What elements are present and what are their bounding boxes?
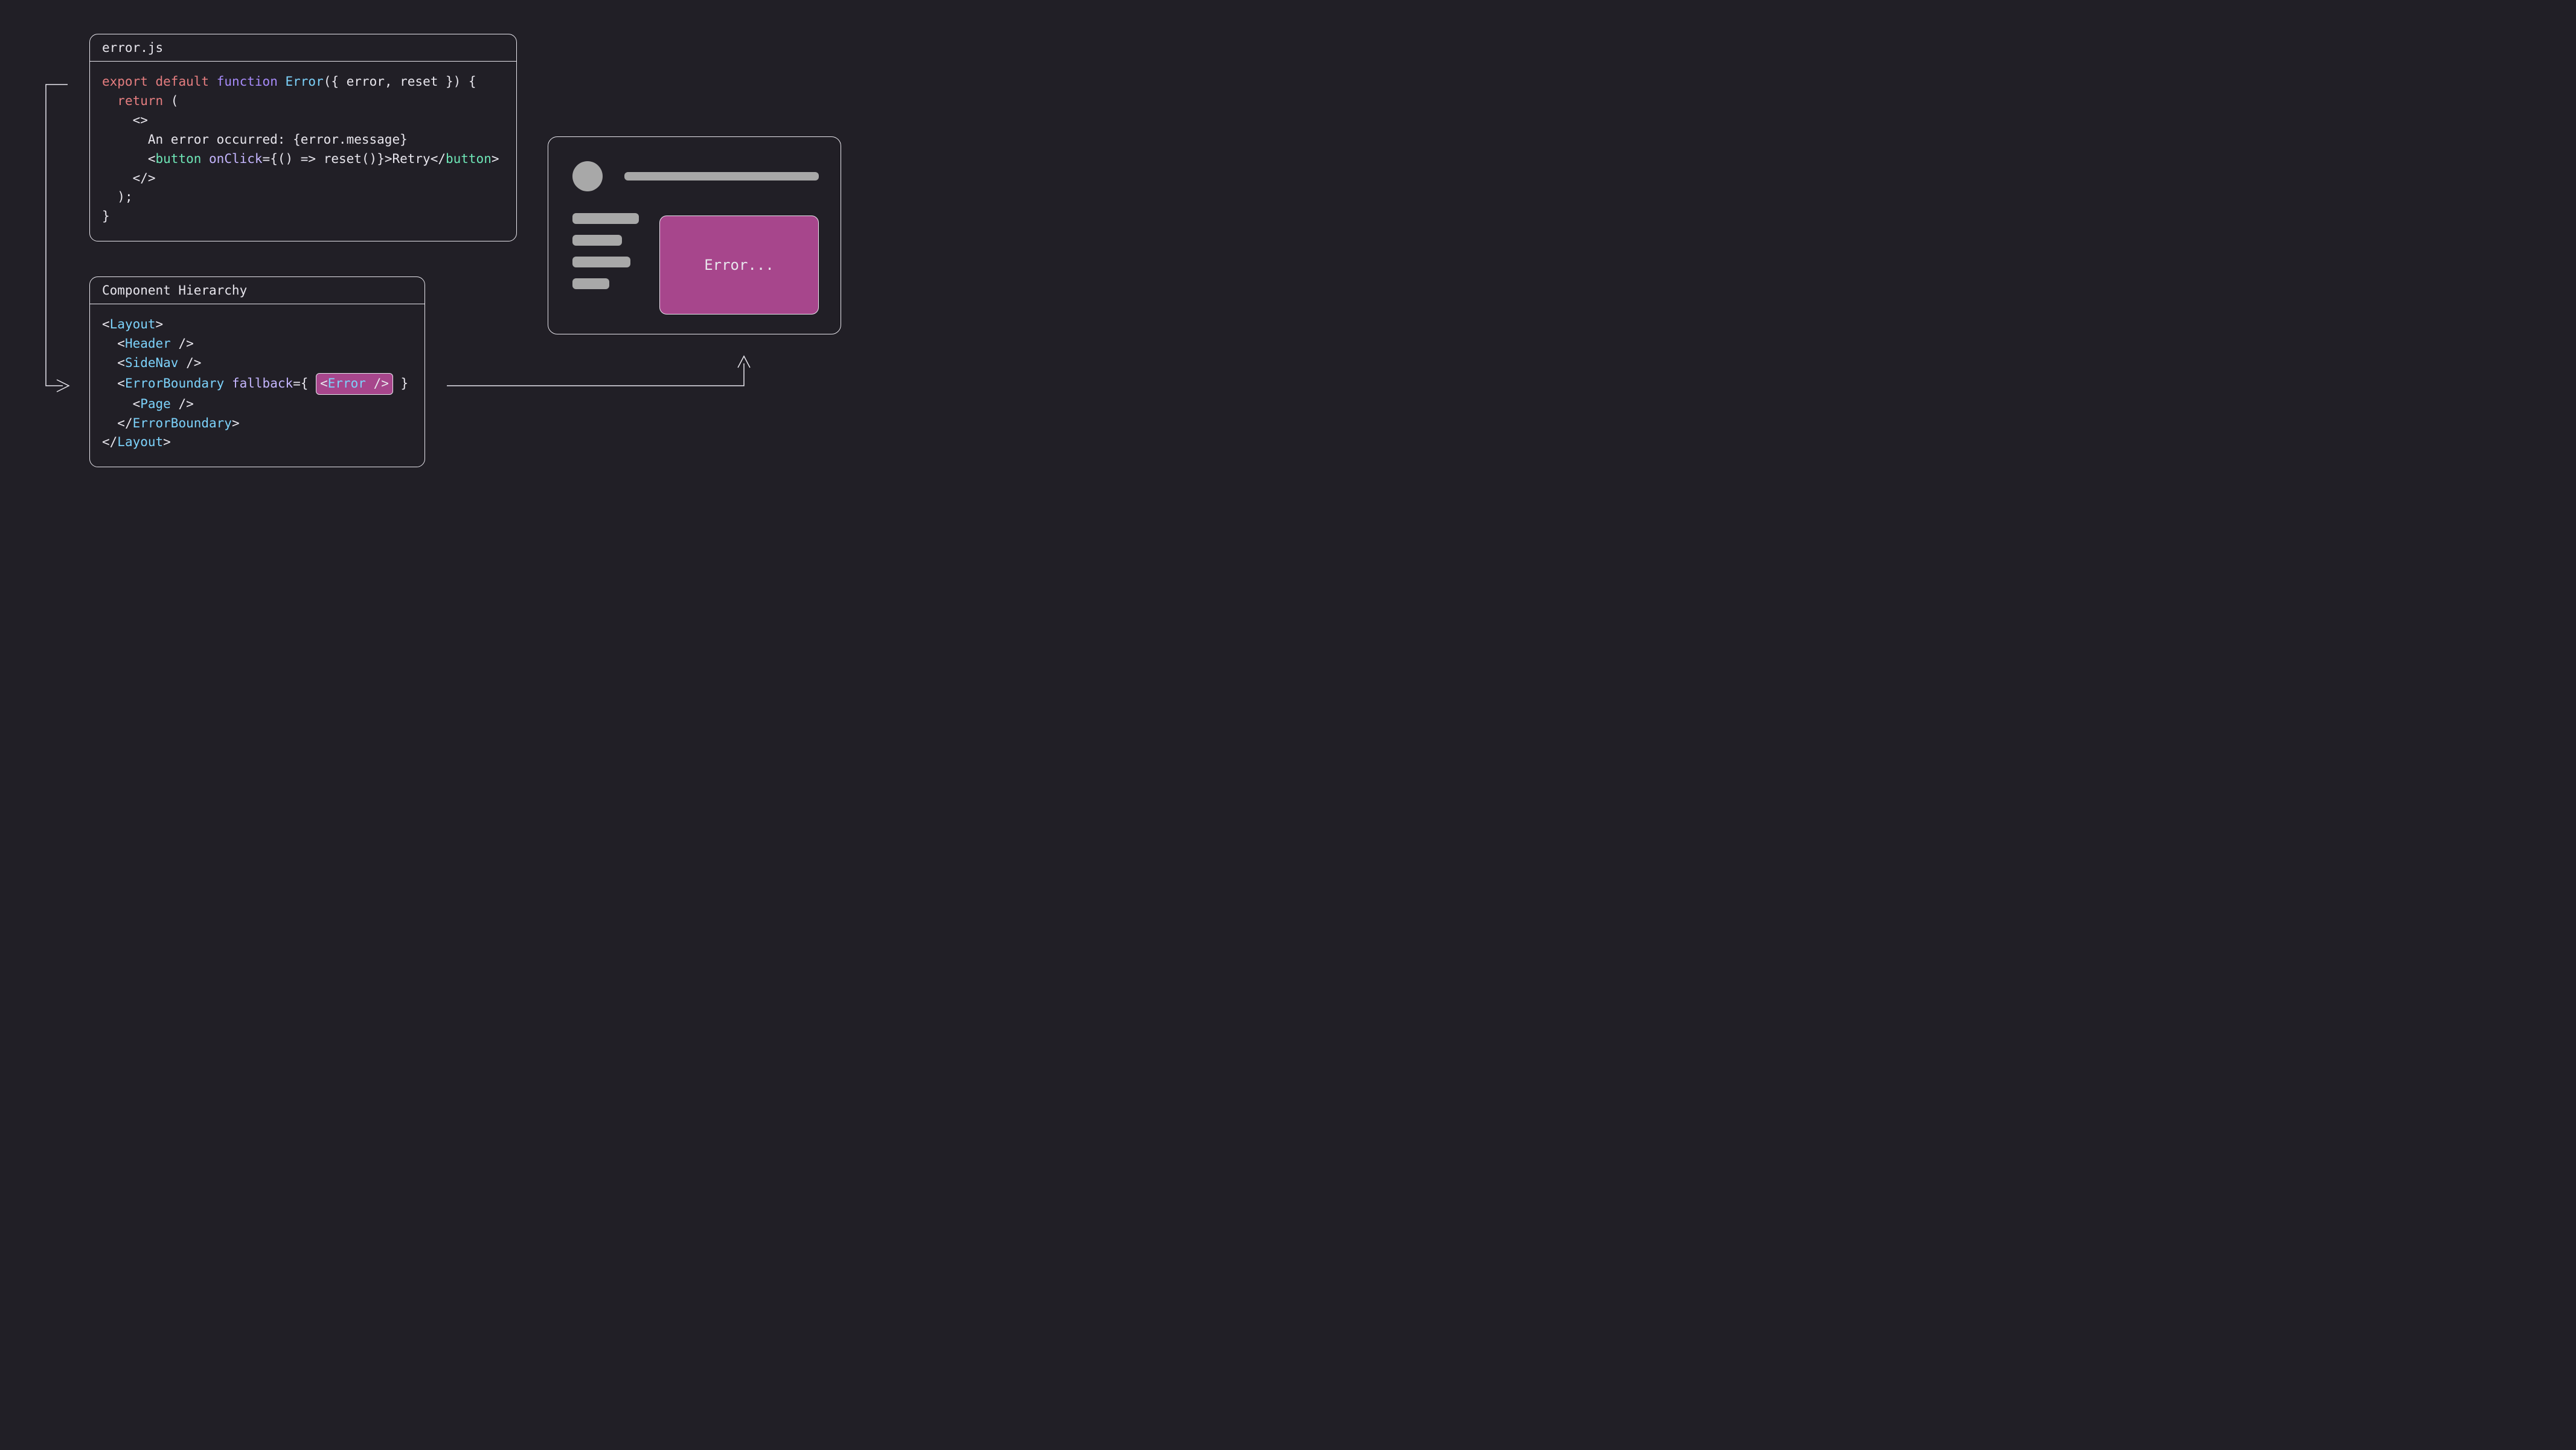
eq-brace: ={ <box>293 376 316 391</box>
handler-text: ={() => reset()}>Retry</ <box>263 152 446 166</box>
kw-default: default <box>156 74 210 89</box>
lt-slash: </ <box>117 416 132 430</box>
ret-close: ); <box>117 190 132 204</box>
error-fallback-box: Error... <box>659 216 819 315</box>
self-close: /> <box>366 376 389 391</box>
gt: > <box>232 416 240 430</box>
hierarchy-panel-title: Component Hierarchy <box>90 277 425 304</box>
gt: > <box>492 152 499 166</box>
kw-function: function <box>217 74 278 89</box>
tag-button-close: button <box>446 152 492 166</box>
tag-error: Error <box>328 376 366 391</box>
tag-layout-close: Layout <box>117 435 163 449</box>
lt-slash: </ <box>102 435 117 449</box>
sidenav-item-placeholder <box>572 235 622 246</box>
browser-mock: Error... <box>548 136 841 334</box>
hierarchy-panel: Component Hierarchy <Layout> <Header /> … <box>89 276 425 467</box>
code-panel-body: export default function Error({ error, r… <box>90 62 516 241</box>
highlighted-error-tag: <Error /> <box>316 373 393 395</box>
tag-layout-open: Layout <box>110 317 156 331</box>
tag-errorboundary-close: ErrorBoundary <box>133 416 232 430</box>
ret-open: ( <box>163 94 178 108</box>
lt: < <box>117 336 125 351</box>
lt: < <box>148 152 156 166</box>
lt: < <box>102 317 110 331</box>
tag-errorboundary-open: ErrorBoundary <box>125 376 224 391</box>
code-panel-title: error.js <box>90 34 516 62</box>
frag-open: <> <box>133 113 148 127</box>
lt: < <box>133 397 141 411</box>
error-fallback-text: Error... <box>704 257 774 273</box>
code-panel: error.js export default function Error({… <box>89 34 517 241</box>
tag-page: Page <box>140 397 171 411</box>
space <box>201 152 209 166</box>
sidenav-item-placeholder <box>572 213 639 224</box>
hierarchy-panel-body: <Layout> <Header /> <SideNav /> <ErrorBo… <box>90 304 425 467</box>
attr-onclick: onClick <box>209 152 263 166</box>
brace-close: } <box>102 209 110 223</box>
lt: < <box>320 376 328 391</box>
close-brace: } <box>393 376 408 391</box>
sidenav-item-placeholder <box>572 278 609 289</box>
lt: < <box>117 376 125 391</box>
sidenav-item-placeholder <box>572 257 630 267</box>
frag-close: </> <box>133 171 156 185</box>
attr-fallback: fallback <box>232 376 293 391</box>
gt: > <box>163 435 171 449</box>
tag-header: Header <box>125 336 171 351</box>
lt: < <box>117 356 125 370</box>
self-close: /> <box>178 356 201 370</box>
self-close: /> <box>171 336 194 351</box>
avatar-placeholder <box>572 161 603 191</box>
error-text-line: An error occurred: {error.message} <box>148 132 408 147</box>
header-bar-placeholder <box>624 172 819 180</box>
gt: > <box>156 317 164 331</box>
fn-params: ({ error, reset }) { <box>324 74 476 89</box>
tag-button-open: button <box>156 152 202 166</box>
kw-return: return <box>117 94 163 108</box>
tag-sidenav: SideNav <box>125 356 179 370</box>
kw-export: export <box>102 74 148 89</box>
fn-name: Error <box>286 74 324 89</box>
self-close: /> <box>171 397 194 411</box>
